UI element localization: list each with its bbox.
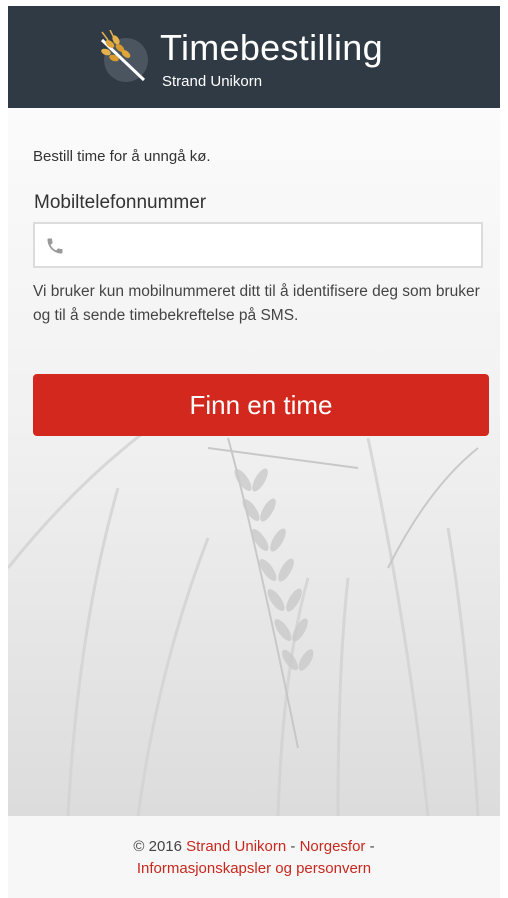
wheat-background-image: [8, 108, 500, 816]
phone-field-label: Mobiltelefonnummer: [34, 192, 207, 213]
footer-separator: -: [365, 838, 375, 855]
footer: © 2016 Strand Unikorn - Norgesfor - Infor…: [8, 816, 500, 898]
phone-field[interactable]: [33, 222, 483, 268]
page-title: Timebestilling: [160, 27, 383, 68]
phone-icon: [47, 238, 63, 254]
find-appointment-button[interactable]: Finn en time: [33, 374, 489, 436]
phone-input[interactable]: [75, 230, 479, 262]
wheat-logo-icon: [100, 30, 148, 82]
booking-form-panel: Bestill time for å unngå kø. Mobiltelefo…: [8, 108, 500, 816]
intro-text: Bestill time for å unngå kø.: [33, 148, 211, 165]
footer-text: © 2016 Strand Unikorn - Norgesfor - Infor…: [8, 836, 500, 880]
footer-link-company[interactable]: Strand Unikorn: [186, 838, 286, 855]
footer-link-norgesfor[interactable]: Norgesfor: [300, 838, 366, 855]
help-text: Vi bruker kun mobilnummeret ditt til å i…: [33, 283, 480, 324]
page-subtitle: Strand Unikorn: [162, 73, 263, 90]
app-header: Timebestilling Strand Unikorn: [8, 6, 500, 108]
footer-separator: -: [286, 838, 300, 855]
footer-link-privacy[interactable]: Informasjonskapsler og personvern: [137, 860, 371, 877]
copyright-text: © 2016: [133, 838, 187, 855]
